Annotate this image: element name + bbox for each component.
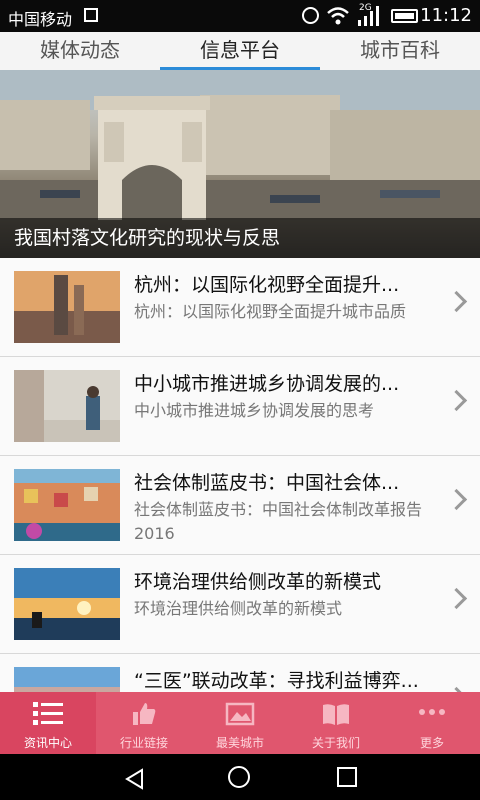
signal-strength-icon bbox=[358, 6, 379, 26]
nav-beautiful-cities[interactable]: 最美城市 bbox=[192, 692, 288, 754]
list-item[interactable]: 中小城市推进城乡协调发展的... 中小城市推进城乡协调发展的思考 bbox=[0, 357, 480, 456]
tab-info-platform[interactable]: 信息平台 bbox=[160, 32, 320, 70]
top-tab-bar: 媒体动态 信息平台 城市百科 bbox=[0, 32, 480, 70]
article-description: 社会体制蓝皮书：中国社会体制改革报告2016 bbox=[134, 500, 423, 543]
article-thumbnail bbox=[14, 271, 120, 343]
nav-label: 更多 bbox=[419, 736, 444, 750]
picture-icon bbox=[225, 702, 255, 726]
more-icon bbox=[419, 709, 445, 715]
list-item[interactable]: “三医”联动改革：寻找利益博弈... bbox=[0, 654, 480, 692]
tab-media-news[interactable]: 媒体动态 bbox=[0, 32, 160, 70]
nav-about-us[interactable]: 关于我们 bbox=[288, 692, 384, 754]
chevron-right-icon bbox=[445, 389, 468, 412]
article-description: 中小城市推进城乡协调发展的思考 bbox=[134, 401, 375, 420]
sim-card-icon bbox=[84, 8, 98, 22]
thumbs-up-icon bbox=[133, 703, 156, 725]
article-title: 环境治理供给侧改革的新模式 bbox=[134, 571, 382, 593]
article-title: 杭州：以国际化视野全面提升... bbox=[134, 274, 400, 296]
nav-label: 资讯中心 bbox=[23, 736, 72, 750]
chevron-right-icon bbox=[445, 290, 468, 313]
banner-caption: 我国村落文化研究的现状与反思 bbox=[0, 218, 480, 258]
recent-apps-icon[interactable] bbox=[337, 767, 357, 787]
nav-label: 最美城市 bbox=[215, 736, 264, 750]
clock: 11:12 bbox=[420, 5, 472, 26]
article-thumbnail bbox=[14, 469, 120, 541]
article-list: 杭州：以国际化视野全面提升... 杭州：以国际化视野全面提升城市品质 中小城市推… bbox=[0, 258, 480, 692]
nav-label: 行业链接 bbox=[119, 736, 168, 750]
wifi-icon bbox=[327, 7, 349, 25]
chevron-right-icon bbox=[445, 587, 468, 610]
article-thumbnail bbox=[14, 568, 120, 640]
back-icon[interactable] bbox=[124, 768, 146, 790]
carrier-label: 中国移动 bbox=[8, 10, 73, 29]
article-title: 社会体制蓝皮书：中国社会体... bbox=[134, 472, 400, 494]
tab-city-encyclopedia[interactable]: 城市百科 bbox=[320, 32, 480, 70]
bottom-navigation: 资讯中心 行业链接 最美城市 关于我们 更多 bbox=[0, 692, 480, 754]
list-item[interactable]: 社会体制蓝皮书：中国社会体... 社会体制蓝皮书：中国社会体制改革报告2016 bbox=[0, 456, 480, 555]
nav-more[interactable]: 更多 bbox=[384, 692, 480, 754]
article-description: 环境治理供给侧改革的新模式 bbox=[134, 599, 343, 618]
list-item[interactable]: 杭州：以国际化视野全面提升... 杭州：以国际化视野全面提升城市品质 bbox=[0, 258, 480, 357]
article-title: 中小城市推进城乡协调发展的... bbox=[134, 373, 400, 395]
nav-industry-links[interactable]: 行业链接 bbox=[96, 692, 192, 754]
article-thumbnail bbox=[14, 370, 120, 442]
article-title: “三医”联动改革：寻找利益博弈... bbox=[134, 670, 419, 692]
chevron-right-icon bbox=[445, 488, 468, 511]
article-description: 杭州：以国际化视野全面提升城市品质 bbox=[134, 302, 407, 321]
nav-label: 关于我们 bbox=[311, 736, 360, 750]
list-icon bbox=[33, 702, 63, 725]
nav-news-center[interactable]: 资讯中心 bbox=[0, 692, 96, 754]
featured-banner[interactable]: 我国村落文化研究的现状与反思 bbox=[0, 70, 480, 258]
list-item[interactable]: 环境治理供给侧改革的新模式 环境治理供给侧改革的新模式 bbox=[0, 555, 480, 654]
system-navigation-bar bbox=[0, 754, 480, 800]
article-thumbnail bbox=[14, 667, 120, 692]
home-icon[interactable] bbox=[228, 766, 250, 788]
book-icon bbox=[323, 704, 349, 725]
alarm-icon bbox=[302, 7, 319, 24]
status-bar: 中国移动 2G 11:12 bbox=[0, 0, 480, 32]
battery-icon bbox=[391, 9, 418, 23]
